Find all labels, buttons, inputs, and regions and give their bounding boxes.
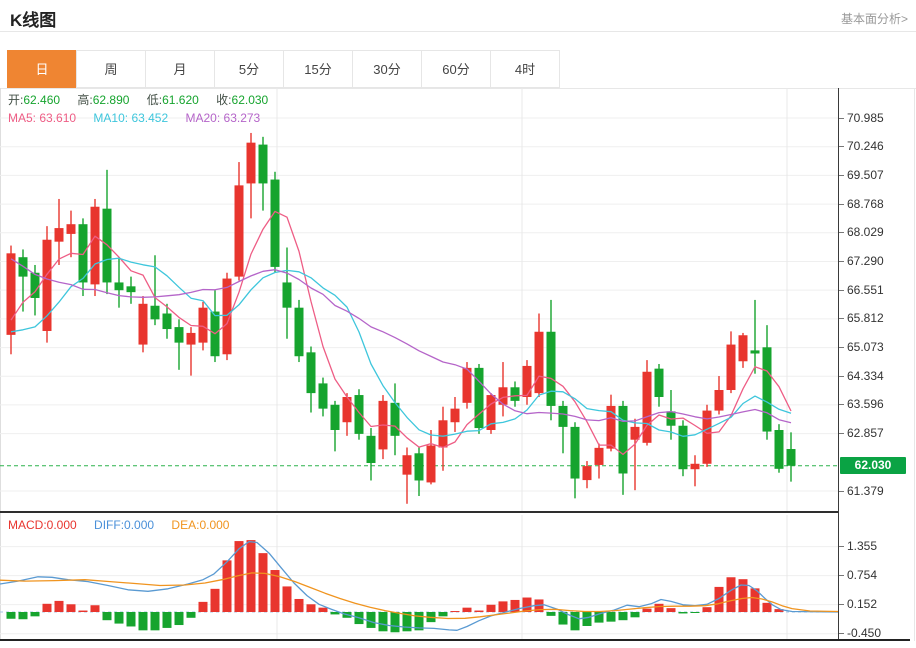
price-tick-label: 64.334 <box>847 369 884 383</box>
price-axis: 62.030 70.985 70.246 69.507 68.768 68.029 67.… <box>838 88 916 641</box>
macd-tick-label: 1.355 <box>847 539 878 553</box>
price-tick-label: 69.507 <box>847 168 884 182</box>
axis-line <box>838 88 839 640</box>
tick-mark <box>839 604 844 605</box>
price-tick-label: 65.073 <box>847 340 884 354</box>
tick-mark <box>839 290 844 291</box>
tick-mark <box>839 146 844 147</box>
tab-15分[interactable]: 15分 <box>283 50 353 88</box>
panel-separator <box>0 511 838 513</box>
price-tick-label: 68.768 <box>847 197 884 211</box>
tab-30分[interactable]: 30分 <box>352 50 422 88</box>
period-tabbar: 日周月 5分 15分 30分 60分 4时 <box>7 50 560 88</box>
macd-chart[interactable] <box>0 515 838 641</box>
ohlc-legend: 开:62.460 高:62.890 低:61.620 收:62.030 <box>8 92 282 108</box>
tick-mark <box>839 491 844 492</box>
macd-tick-label: 0.754 <box>847 568 878 582</box>
ma5-legend-item: MA5: 63.610 <box>8 111 77 125</box>
tab-60分[interactable]: 60分 <box>421 50 491 88</box>
tab-日[interactable]: 日 <box>7 50 77 88</box>
page-title: K线图 <box>10 11 57 30</box>
tab-周[interactable]: 周 <box>76 50 146 88</box>
tab-月[interactable]: 月 <box>145 50 215 88</box>
close-value: 62.030 <box>231 93 269 107</box>
tick-mark <box>839 404 844 405</box>
header-divider <box>0 31 916 32</box>
high-value: 62.890 <box>92 93 130 107</box>
open-value: 62.460 <box>23 93 61 107</box>
tick-mark <box>839 546 844 547</box>
tick-mark <box>839 575 844 576</box>
price-tick-label: 62.857 <box>847 426 884 440</box>
tick-mark <box>839 261 844 262</box>
tab-5分[interactable]: 5分 <box>214 50 284 88</box>
price-tick-label: 70.246 <box>847 139 884 153</box>
macd-tick-label: 0.152 <box>847 597 878 611</box>
fundamental-analysis-link[interactable]: 基本面分析> <box>841 10 908 27</box>
low-value: 61.620 <box>162 93 199 107</box>
kline-page: K线图 基本面分析> 日周月 5分 15分 30分 60分 4时 开:62.460 高:6… <box>0 0 916 648</box>
open-label: 开: <box>8 93 24 107</box>
tick-mark <box>839 433 844 434</box>
low-label: 低: <box>146 93 163 107</box>
high-label: 高: <box>77 93 93 107</box>
macd-tick-label: -0.450 <box>847 626 882 640</box>
price-tick-label: 61.379 <box>847 484 884 498</box>
price-tick-label: 68.029 <box>847 225 884 239</box>
ma20-legend-item: MA20: 63.273 <box>185 111 261 125</box>
kline-chart[interactable] <box>0 88 838 512</box>
tick-mark <box>839 118 844 119</box>
tick-mark <box>839 347 844 348</box>
chart-bottom-axis <box>0 639 910 641</box>
macd-legend-item: MACD:0.000 <box>8 518 77 532</box>
tick-mark <box>839 204 844 205</box>
tick-mark <box>839 175 844 176</box>
macd-legend: MACD:0.000 DIFF:0.000 DEA:0.000 <box>8 517 243 533</box>
price-tick-label: 66.551 <box>847 283 884 297</box>
close-label: 收: <box>216 93 232 107</box>
price-tick-label: 67.290 <box>847 254 884 268</box>
ma-legend: MA5: 63.610 MA10: 63.452 MA20: 63.273 <box>8 110 274 126</box>
dea-legend-item: DEA:0.000 <box>171 518 230 532</box>
price-tick-label: 63.596 <box>847 397 884 411</box>
price-tick-label: 65.812 <box>847 311 884 325</box>
current-price-tag: 62.030 <box>840 457 906 474</box>
ma10-legend-item: MA10: 63.452 <box>93 111 169 125</box>
tick-mark <box>839 376 844 377</box>
tick-mark <box>839 318 844 319</box>
price-tick-label: 70.985 <box>847 111 884 125</box>
tab-4时[interactable]: 4时 <box>490 50 560 88</box>
tick-mark <box>839 633 844 634</box>
diff-legend-item: DIFF:0.000 <box>94 518 155 532</box>
tick-mark <box>839 232 844 233</box>
